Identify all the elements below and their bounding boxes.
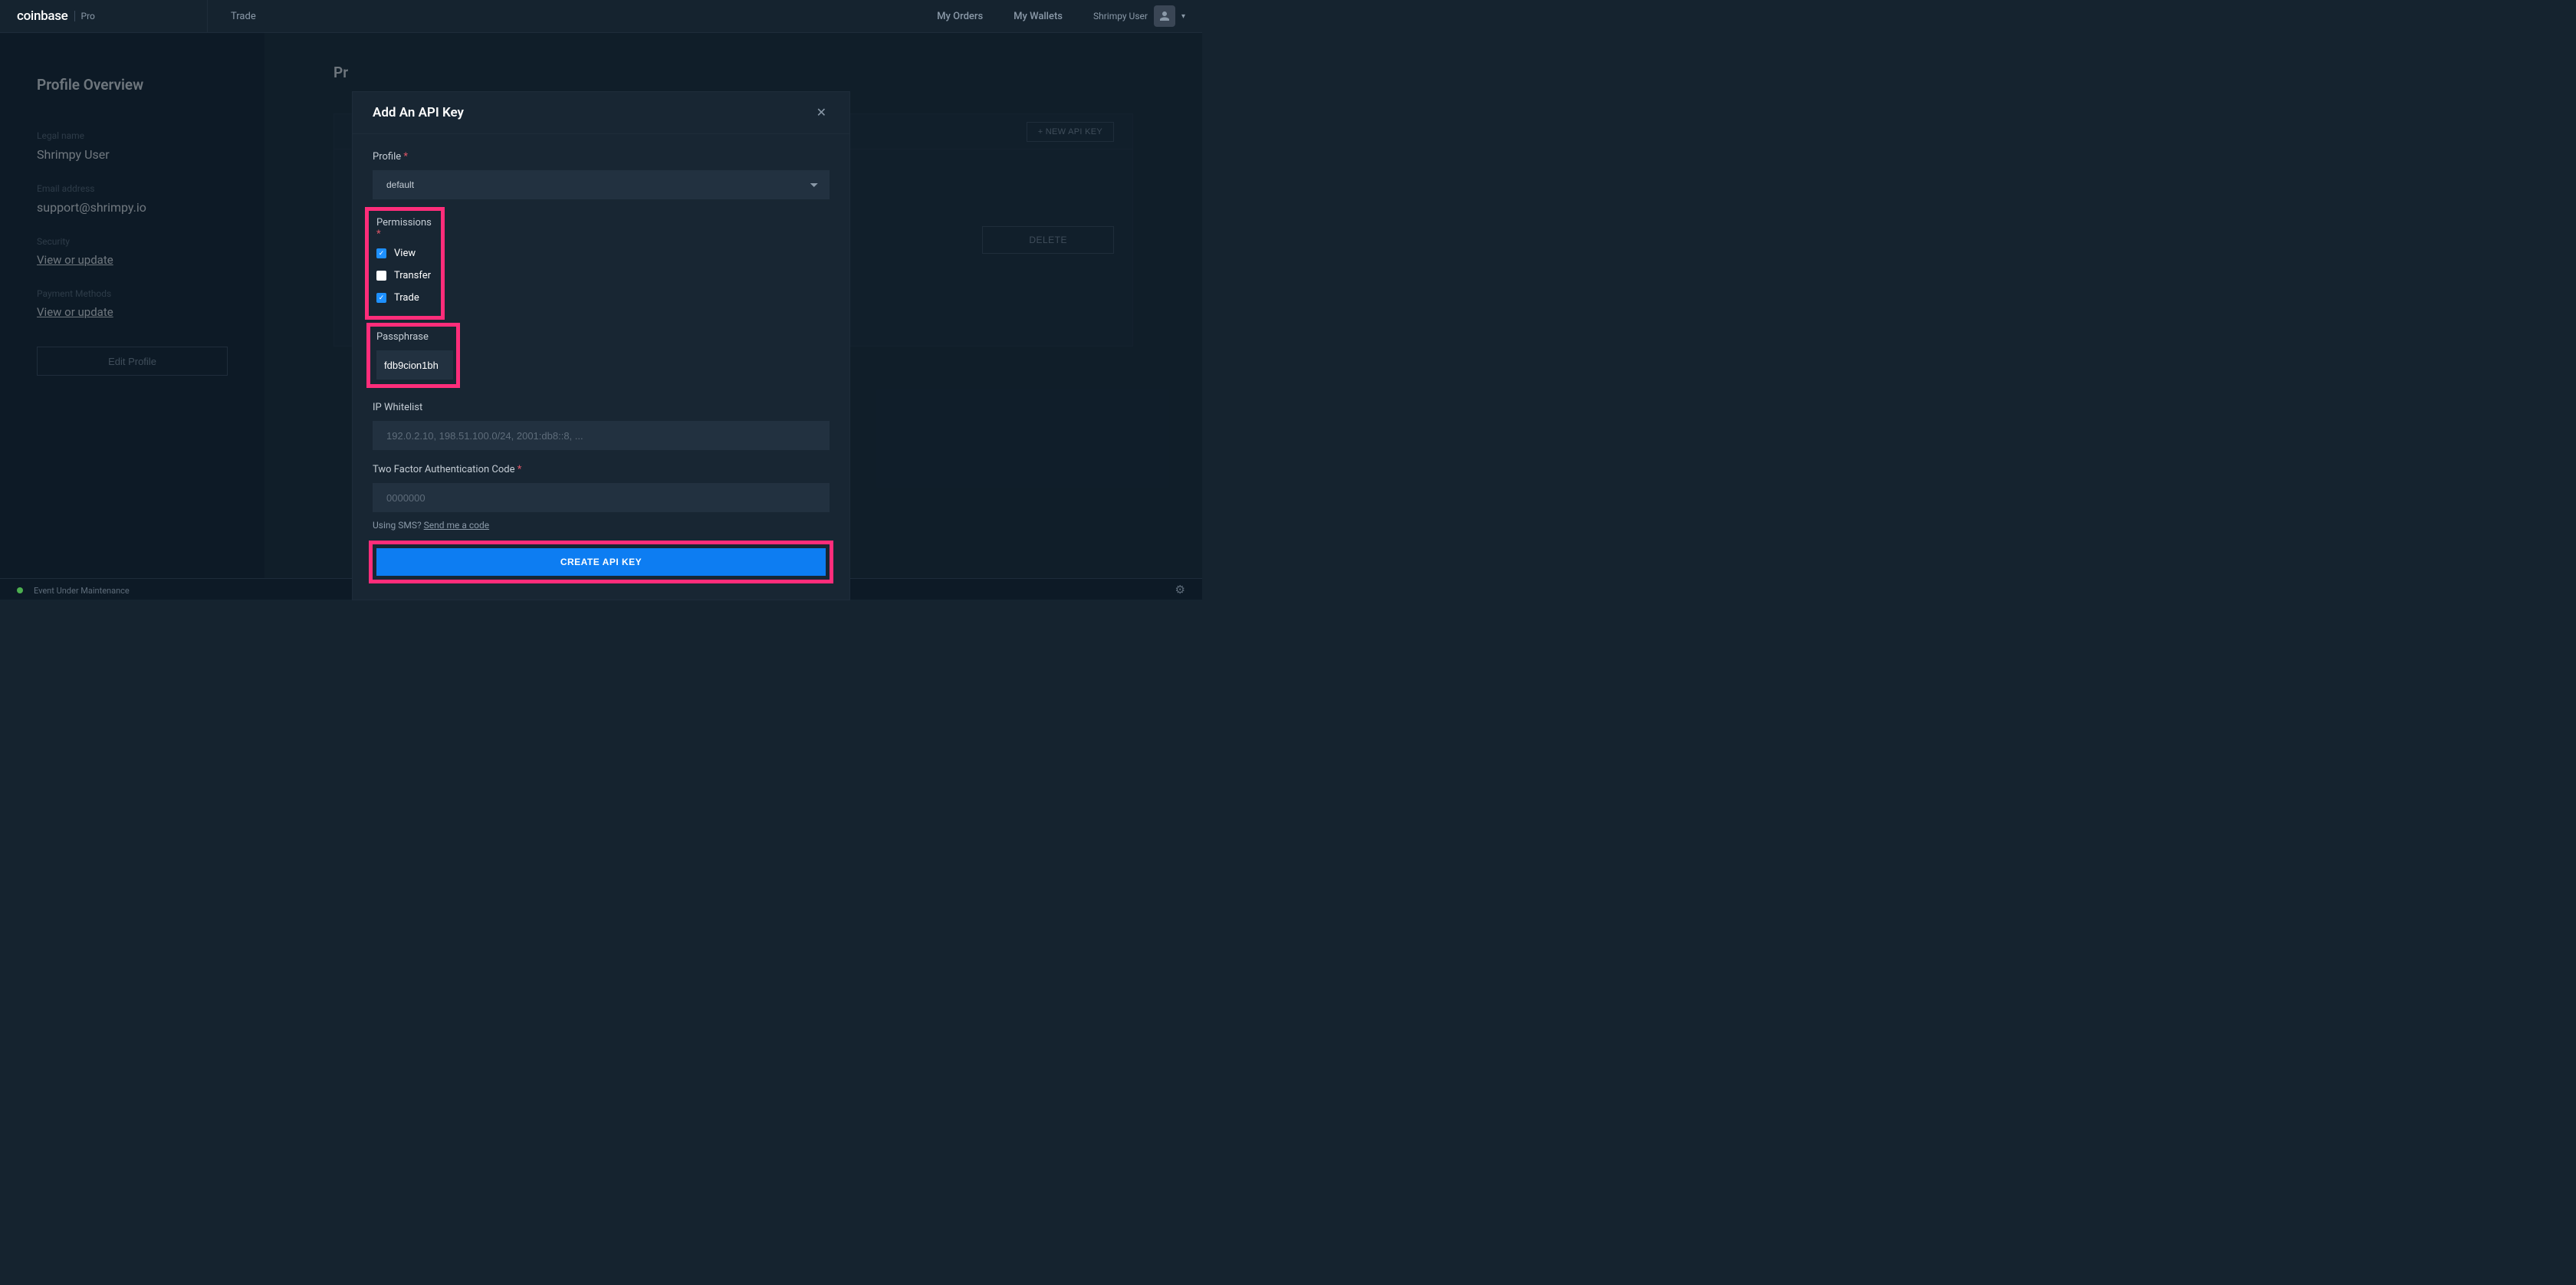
modal-overlay: Add An API Key ✕ Profile * default Per [0, 33, 1202, 578]
ip-whitelist-label: IP Whitelist [373, 402, 830, 413]
passphrase-highlight: Passphrase [366, 323, 460, 388]
chevron-down-icon: ▾ [1181, 12, 1185, 21]
add-api-key-modal: Add An API Key ✕ Profile * default Per [352, 91, 850, 600]
gear-icon[interactable]: ⚙ [1175, 583, 1185, 596]
checkbox-transfer[interactable] [376, 271, 386, 281]
username-label: Shrimpy User [1093, 11, 1148, 21]
checkbox-view-row[interactable]: ✓ View [376, 248, 433, 259]
tfa-group: Two Factor Authentication Code * [373, 464, 830, 512]
header-right: My Orders My Wallets Shrimpy User ▾ [937, 5, 1202, 27]
required-asterisk: * [376, 228, 381, 240]
my-wallets-link[interactable]: My Wallets [1014, 11, 1063, 22]
modal-header: Add An API Key ✕ [353, 92, 849, 134]
checkbox-transfer-label: Transfer [394, 270, 431, 281]
checkbox-transfer-row[interactable]: Transfer [376, 270, 433, 281]
create-button-highlight: CREATE API KEY [369, 541, 833, 583]
ip-whitelist-group: IP Whitelist [373, 402, 830, 450]
close-icon: ✕ [816, 107, 826, 120]
modal-body: Profile * default Permissions * ✓ View [353, 134, 849, 600]
passphrase-label: Passphrase [376, 331, 450, 343]
my-orders-link[interactable]: My Orders [937, 11, 983, 22]
permissions-label: Permissions * [376, 217, 433, 240]
close-button[interactable]: ✕ [813, 102, 830, 123]
nav-trade-link[interactable]: Trade [208, 11, 279, 22]
checkbox-view-label: View [394, 248, 416, 259]
tfa-input[interactable] [373, 483, 830, 512]
profile-label: Profile * [373, 151, 830, 163]
logo-area[interactable]: coinbase Pro [0, 8, 207, 24]
checkbox-view[interactable]: ✓ [376, 248, 386, 258]
modal-title: Add An API Key [373, 105, 464, 120]
profile-select[interactable]: default [373, 170, 830, 199]
app-header: coinbase Pro Trade My Orders My Wallets … [0, 0, 1202, 33]
status-area: Event Under Maintenance [17, 582, 130, 596]
status-text: Event Under Maintenance [34, 586, 130, 596]
status-dot-icon [17, 587, 23, 593]
person-icon [1158, 9, 1171, 23]
checkbox-trade-label: Trade [394, 292, 419, 304]
ip-whitelist-input[interactable] [373, 421, 830, 450]
required-asterisk: * [518, 464, 522, 475]
permissions-highlight: Permissions * ✓ View Transfer ✓ Trade [365, 207, 445, 320]
required-asterisk: * [403, 151, 408, 163]
sms-row: Using SMS? Send me a code [373, 520, 830, 531]
tfa-label: Two Factor Authentication Code * [373, 464, 830, 475]
checkbox-trade[interactable]: ✓ [376, 293, 386, 303]
checkbox-trade-row[interactable]: ✓ Trade [376, 292, 433, 304]
main-area: Profile Overview Legal name Shrimpy User… [0, 33, 1202, 578]
user-menu[interactable]: Shrimpy User ▾ [1093, 5, 1185, 27]
create-api-key-button[interactable]: CREATE API KEY [376, 548, 826, 576]
logo-suffix: Pro [74, 11, 95, 21]
logo-text: coinbase [17, 8, 68, 24]
send-code-link[interactable]: Send me a code [424, 520, 489, 531]
avatar [1154, 5, 1175, 27]
passphrase-input[interactable] [376, 350, 453, 380]
profile-group: Profile * default [373, 151, 830, 199]
